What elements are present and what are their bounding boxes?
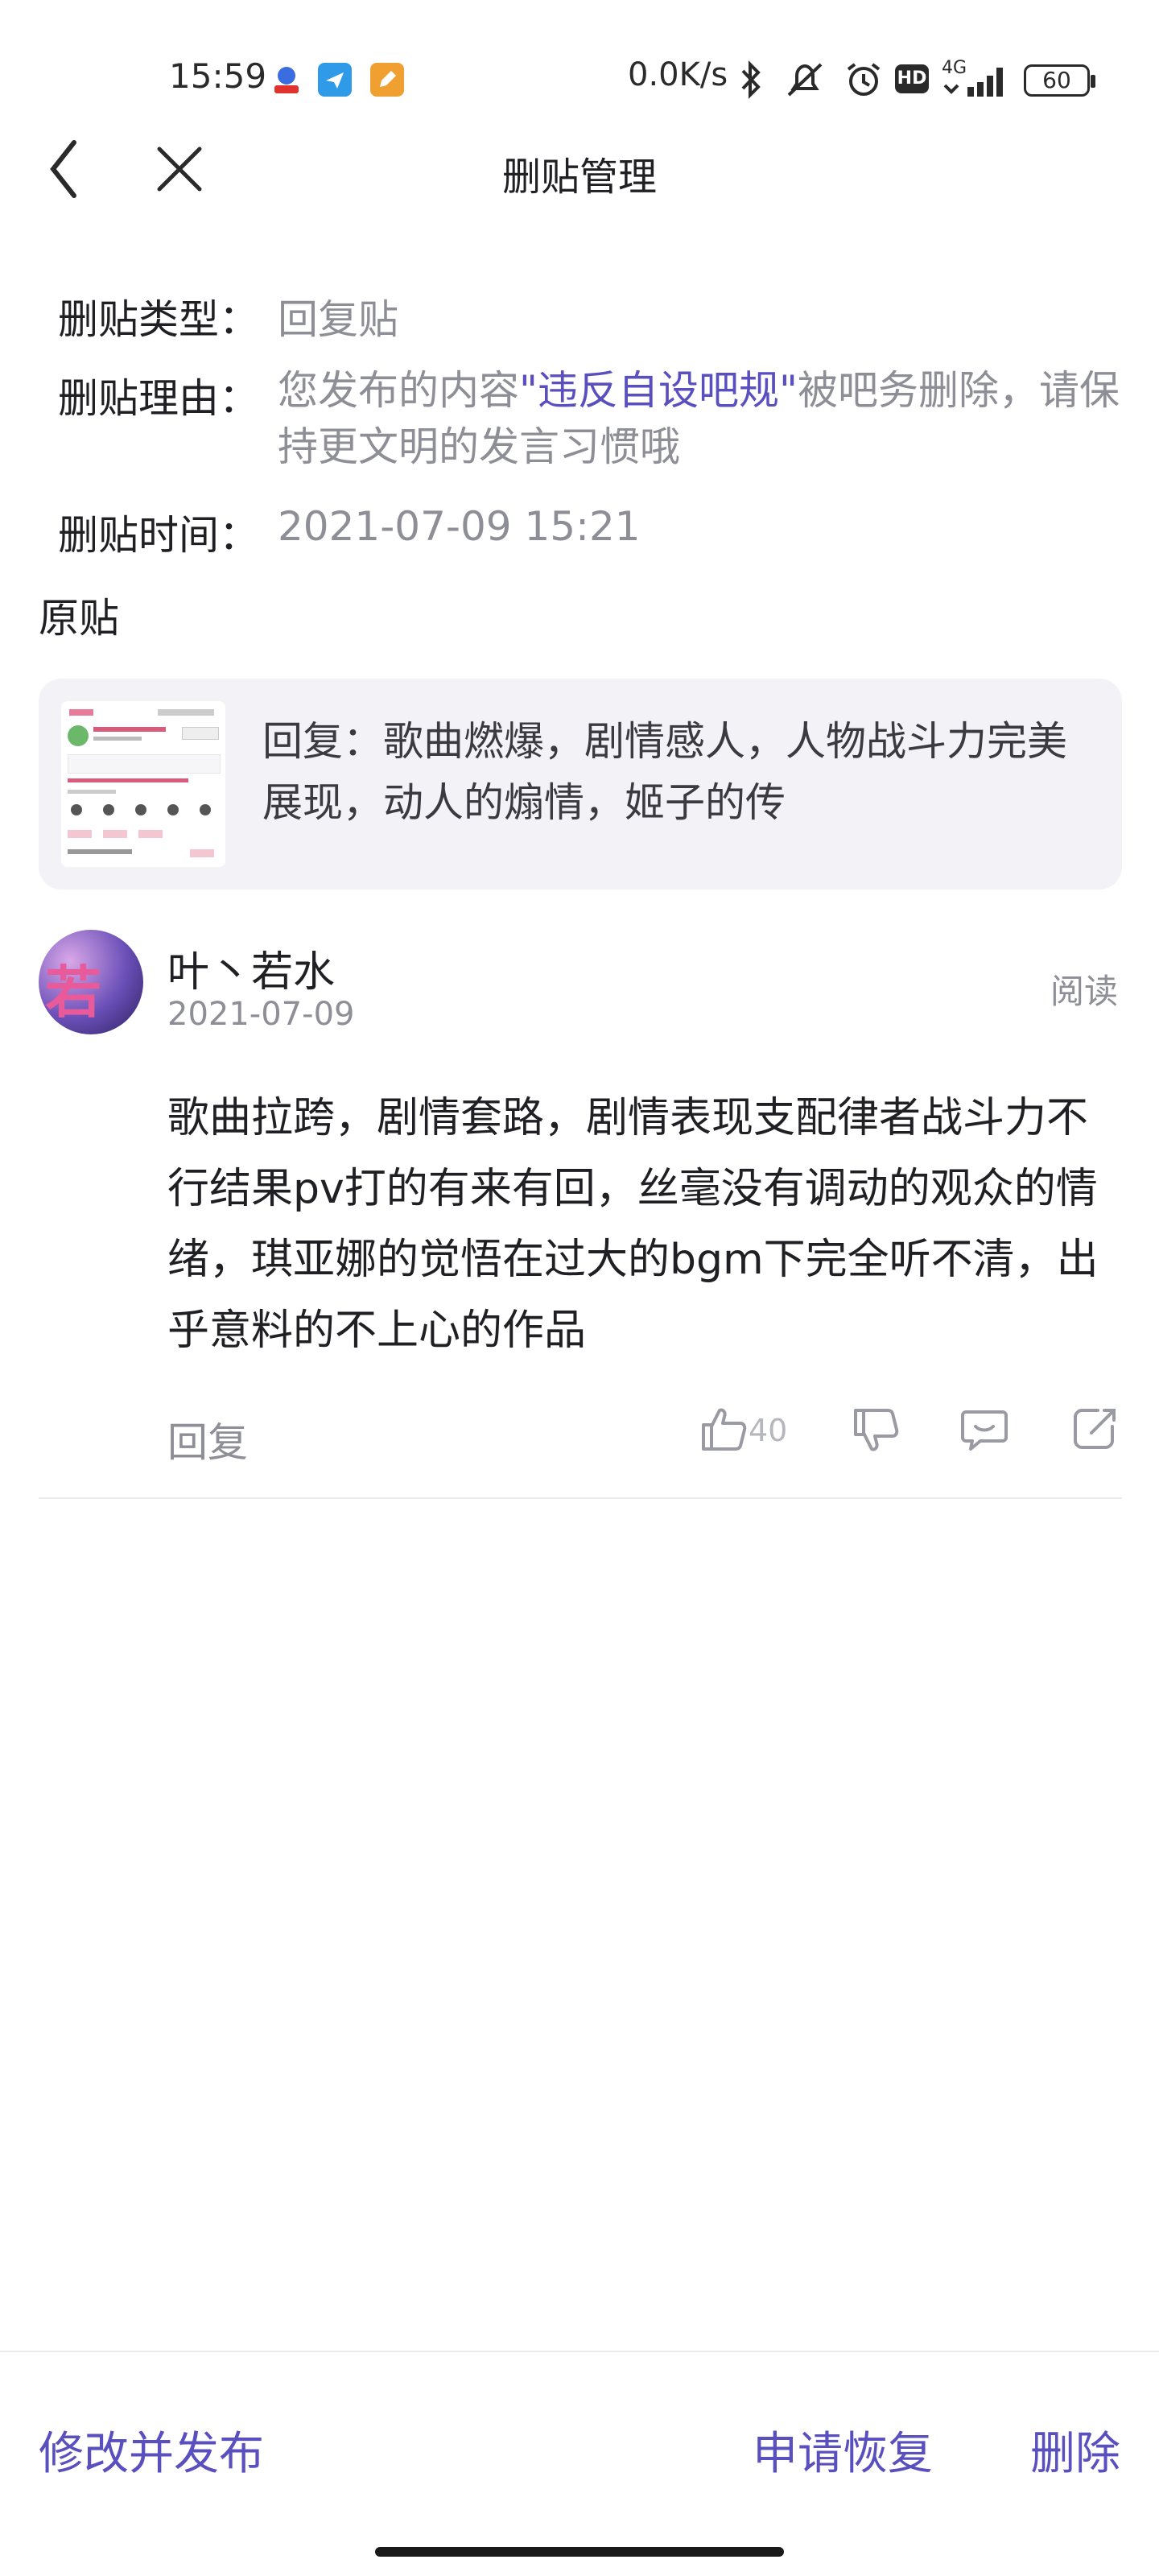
share-button[interactable] — [1069, 1402, 1122, 1455]
status-bar: 15:59 0.0K/s HD 4G 60 — [0, 0, 1159, 153]
divider — [39, 1497, 1122, 1499]
network-speed: 0.0K/s — [628, 56, 728, 93]
dislike-button[interactable] — [849, 1402, 902, 1455]
home-indicator[interactable] — [375, 2547, 784, 2557]
comment-button[interactable] — [958, 1402, 1011, 1455]
battery-icon: 60 — [1024, 64, 1095, 97]
comment-icon — [961, 1410, 1008, 1451]
alarm-icon — [847, 63, 881, 96]
send-app-icon — [318, 63, 352, 97]
avatar-text: 若水 — [45, 960, 101, 1026]
request-restore-button[interactable]: 申请恢复 — [753, 2417, 933, 2483]
comment-date: 2021-07-09 — [167, 996, 355, 1033]
signal-icon — [943, 68, 1003, 97]
reply-button[interactable]: 回复 — [167, 1410, 248, 1468]
page-title: 删贴管理 — [501, 155, 657, 200]
delete-time-label: 删贴时间： — [58, 512, 259, 559]
like-button[interactable] — [697, 1402, 750, 1455]
original-post-text: 回复：歌曲燃爆，剧情感人，人物战斗力完美展现，动人的煽情，姬子的传 — [262, 718, 1067, 826]
thumbs-up-icon — [702, 1408, 747, 1451]
delete-reason-value: 您发布的内容"违反自设吧规"被吧务删除，请保持更文明的发言习惯哦 — [278, 367, 1120, 470]
hd-icon: HD — [895, 64, 929, 93]
delete-button[interactable]: 删除 — [1030, 2417, 1120, 2483]
like-count: 40 — [749, 1413, 788, 1448]
comment-body: 歌曲拉跨，剧情套路，剧情表现支配律者战斗力不行结果pv打的有来有回，丝毫没有调动… — [167, 1094, 1099, 1355]
mute-icon — [787, 63, 823, 97]
bluetooth-icon — [741, 60, 761, 99]
read-button[interactable]: 阅读 — [1050, 964, 1118, 1013]
status-time: 15:59 — [169, 56, 267, 96]
baidu-app-icon — [270, 63, 303, 97]
edit-app-icon — [370, 63, 404, 97]
thumbs-down-icon — [854, 1409, 899, 1451]
delete-reason-label: 删贴理由： — [58, 375, 259, 422]
original-post-label: 原贴 — [39, 595, 119, 642]
bottom-bar-divider — [0, 2351, 1159, 2352]
delete-type-label: 删贴类型： — [58, 296, 259, 343]
delete-type-value: 回复贴 — [278, 296, 398, 343]
rule-link[interactable]: "违反自设吧规" — [519, 367, 798, 414]
avatar[interactable]: 若水 — [39, 930, 143, 1034]
username[interactable]: 叶丶若水 — [167, 938, 335, 998]
delete-time-value: 2021-07-09 15:21 — [278, 503, 641, 550]
post-thumbnail — [61, 701, 225, 867]
original-post-card[interactable]: 回复：歌曲燃爆，剧情感人，人物战斗力完美展现，动人的煽情，姬子的传 — [39, 679, 1122, 890]
share-icon — [1074, 1409, 1116, 1449]
edit-and-publish-button[interactable]: 修改并发布 — [39, 2417, 264, 2483]
